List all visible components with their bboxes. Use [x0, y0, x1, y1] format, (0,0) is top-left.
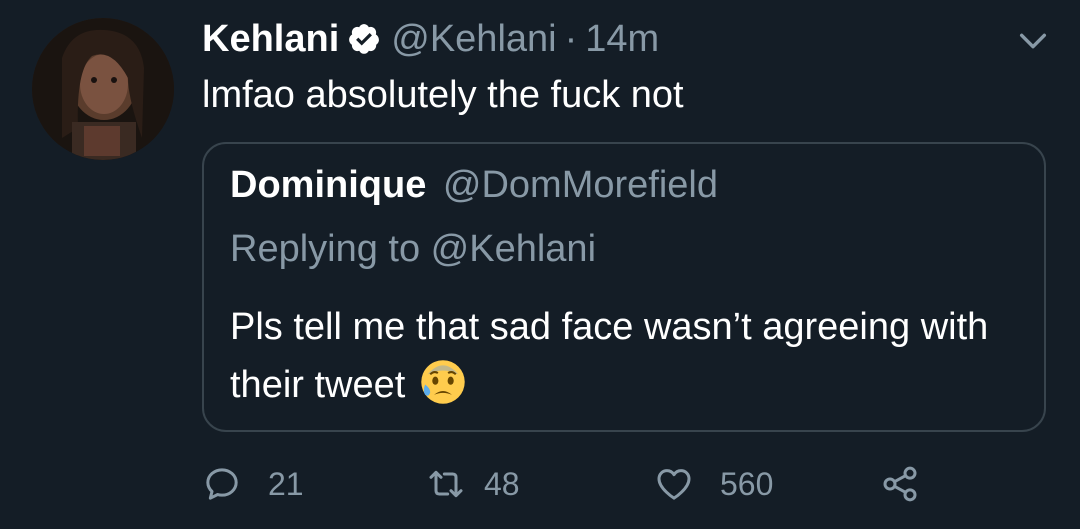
author-handle[interactable]: @Kehlani — [391, 18, 556, 61]
tweet-text: lmfao absolutely the fuck not — [202, 74, 684, 116]
retweet-button[interactable]: 48 — [426, 464, 520, 504]
heart-icon — [657, 469, 691, 500]
quoted-tweet-text-block: Pls tell me that sad face wasn’t agreein… — [230, 298, 1030, 414]
share-button[interactable] — [880, 464, 920, 504]
avatar-image — [32, 18, 174, 160]
quoted-tweet-header: Dominique @DomMorefield — [230, 164, 718, 207]
quoted-tweet-text: Pls tell me that sad face wasn’t agreein… — [230, 306, 989, 406]
tweet-header: Kehlani @Kehlani · 14m — [202, 14, 659, 64]
reply-button[interactable]: 21 — [202, 464, 304, 504]
quoted-tweet[interactable]: Dominique @DomMorefield Replying to @Keh… — [202, 142, 1046, 432]
verified-badge-icon — [349, 24, 380, 54]
replying-to-label: Replying to @Kehlani — [230, 228, 597, 270]
reply-count: 21 — [268, 465, 304, 502]
avatar[interactable] — [32, 18, 174, 160]
like-count: 560 — [720, 465, 774, 502]
separator-dot: · — [564, 17, 578, 60]
quoted-author-name: Dominique — [230, 164, 427, 206]
anxious-face-with-sweat-icon — [421, 360, 465, 404]
author-name[interactable]: Kehlani — [202, 18, 339, 61]
tweet-timestamp[interactable]: 14m — [585, 18, 659, 61]
retweet-icon — [429, 470, 463, 498]
share-icon — [883, 466, 917, 502]
retweet-count: 48 — [484, 465, 520, 502]
tweet[interactable]: Kehlani @Kehlani · 14m lmfao absolutely … — [0, 0, 1080, 529]
chevron-down-icon[interactable] — [1016, 24, 1050, 58]
reply-icon — [206, 468, 238, 500]
quoted-author-handle: @DomMorefield — [442, 164, 718, 206]
like-button[interactable]: 560 — [654, 464, 773, 504]
